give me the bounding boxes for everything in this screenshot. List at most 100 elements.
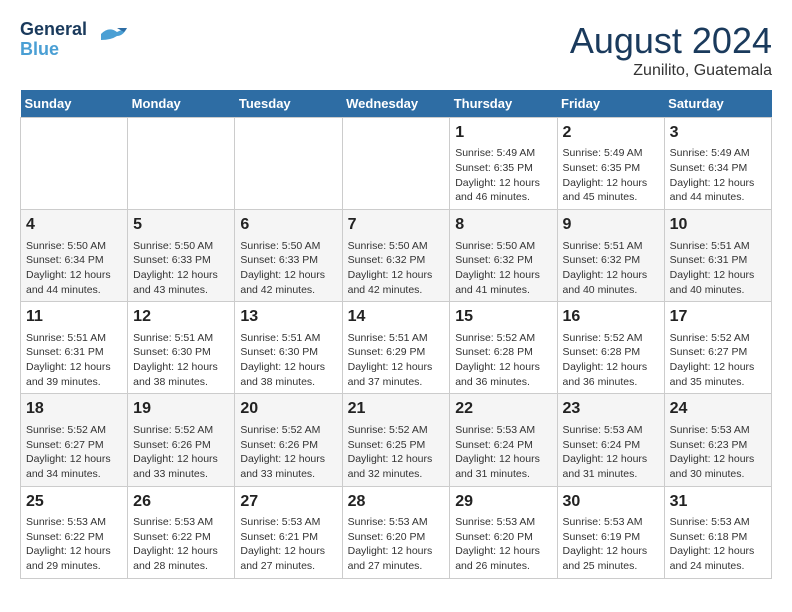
calendar-cell: 22 Sunrise: 5:53 AM Sunset: 6:24 PM Dayli…: [450, 394, 557, 486]
calendar-week-4: 18 Sunrise: 5:52 AM Sunset: 6:27 PM Dayli…: [21, 394, 772, 486]
logo-blue-text: Blue: [20, 40, 87, 60]
day-number: 30: [563, 491, 659, 513]
day-number: 23: [563, 398, 659, 420]
calendar-week-1: 1Sunrise: 5:49 AM Sunset: 6:35 PM Daylig…: [21, 118, 772, 210]
calendar-cell: 17Sunrise: 5:52 AM Sunset: 6:27 PM Dayli…: [664, 302, 771, 394]
day-number: 25: [26, 491, 122, 513]
calendar-cell: 15 Sunrise: 5:52 AM Sunset: 6:28 PM Dayli…: [450, 302, 557, 394]
day-info: Sunrise: 5:53 AM Sunset: 6:20 PM Dayligh…: [348, 515, 445, 574]
day-info: Sunrise: 5:52 AM Sunset: 6:27 PM Dayligh…: [26, 423, 122, 482]
calendar-cell: 1Sunrise: 5:49 AM Sunset: 6:35 PM Daylig…: [450, 118, 557, 210]
day-number: 2: [563, 122, 659, 144]
day-number: 22: [455, 398, 551, 420]
logo-bird-icon: [91, 22, 127, 58]
day-number: 7: [348, 214, 445, 236]
day-info: Sunrise: 5:51 AM Sunset: 6:31 PM Dayligh…: [26, 331, 122, 390]
calendar-table: SundayMondayTuesdayWednesdayThursdayFrid…: [20, 90, 772, 579]
day-info: Sunrise: 5:52 AM Sunset: 6:26 PM Dayligh…: [240, 423, 336, 482]
day-info: Sunrise: 5:51 AM Sunset: 6:30 PM Dayligh…: [133, 331, 229, 390]
weekday-header-monday: Monday: [128, 90, 235, 118]
day-info: Sunrise: 5:50 AM Sunset: 6:32 PM Dayligh…: [455, 239, 551, 298]
day-number: 20: [240, 398, 336, 420]
logo: General Blue: [20, 20, 127, 60]
day-number: 10: [670, 214, 766, 236]
calendar-cell: 19Sunrise: 5:52 AM Sunset: 6:26 PM Dayli…: [128, 394, 235, 486]
logo-general-text: General: [20, 20, 87, 40]
day-number: 3: [670, 122, 766, 144]
day-number: 21: [348, 398, 445, 420]
calendar-week-5: 25Sunrise: 5:53 AM Sunset: 6:22 PM Dayli…: [21, 486, 772, 578]
calendar-cell: 23Sunrise: 5:53 AM Sunset: 6:24 PM Dayli…: [557, 394, 664, 486]
day-number: 14: [348, 306, 445, 328]
day-info: Sunrise: 5:50 AM Sunset: 6:34 PM Dayligh…: [26, 239, 122, 298]
logo-wordmark: General Blue: [20, 20, 127, 60]
weekday-header-saturday: Saturday: [664, 90, 771, 118]
day-number: 18: [26, 398, 122, 420]
day-number: 11: [26, 306, 122, 328]
weekday-header-thursday: Thursday: [450, 90, 557, 118]
calendar-cell: 2Sunrise: 5:49 AM Sunset: 6:35 PM Daylig…: [557, 118, 664, 210]
day-number: 5: [133, 214, 229, 236]
day-number: 29: [455, 491, 551, 513]
day-number: 31: [670, 491, 766, 513]
day-number: 16: [563, 306, 659, 328]
day-number: 13: [240, 306, 336, 328]
calendar-cell: 13Sunrise: 5:51 AM Sunset: 6:30 PM Dayli…: [235, 302, 342, 394]
calendar-cell: 30Sunrise: 5:53 AM Sunset: 6:19 PM Dayli…: [557, 486, 664, 578]
day-info: Sunrise: 5:49 AM Sunset: 6:35 PM Dayligh…: [455, 146, 551, 205]
day-number: 15: [455, 306, 551, 328]
day-number: 12: [133, 306, 229, 328]
calendar-cell: [128, 118, 235, 210]
calendar-week-2: 4 Sunrise: 5:50 AM Sunset: 6:34 PM Daylig…: [21, 210, 772, 302]
day-info: Sunrise: 5:53 AM Sunset: 6:22 PM Dayligh…: [26, 515, 122, 574]
calendar-cell: [342, 118, 450, 210]
weekday-header-tuesday: Tuesday: [235, 90, 342, 118]
calendar-cell: 20 Sunrise: 5:52 AM Sunset: 6:26 PM Dayli…: [235, 394, 342, 486]
calendar-cell: 14 Sunrise: 5:51 AM Sunset: 6:29 PM Dayli…: [342, 302, 450, 394]
day-info: Sunrise: 5:50 AM Sunset: 6:33 PM Dayligh…: [133, 239, 229, 298]
day-info: Sunrise: 5:53 AM Sunset: 6:21 PM Dayligh…: [240, 515, 336, 574]
day-info: Sunrise: 5:51 AM Sunset: 6:31 PM Dayligh…: [670, 239, 766, 298]
calendar-cell: 31Sunrise: 5:53 AM Sunset: 6:18 PM Dayli…: [664, 486, 771, 578]
day-info: Sunrise: 5:53 AM Sunset: 6:20 PM Dayligh…: [455, 515, 551, 574]
day-info: Sunrise: 5:49 AM Sunset: 6:34 PM Dayligh…: [670, 146, 766, 205]
day-number: 4: [26, 214, 122, 236]
day-number: 27: [240, 491, 336, 513]
calendar-cell: 29Sunrise: 5:53 AM Sunset: 6:20 PM Dayli…: [450, 486, 557, 578]
day-number: 26: [133, 491, 229, 513]
day-number: 17: [670, 306, 766, 328]
day-info: Sunrise: 5:53 AM Sunset: 6:18 PM Dayligh…: [670, 515, 766, 574]
day-number: 1: [455, 122, 551, 144]
day-info: Sunrise: 5:52 AM Sunset: 6:25 PM Dayligh…: [348, 423, 445, 482]
calendar-cell: 28Sunrise: 5:53 AM Sunset: 6:20 PM Dayli…: [342, 486, 450, 578]
calendar-cell: [21, 118, 128, 210]
day-number: 19: [133, 398, 229, 420]
calendar-cell: 6Sunrise: 5:50 AM Sunset: 6:33 PM Daylig…: [235, 210, 342, 302]
day-info: Sunrise: 5:52 AM Sunset: 6:28 PM Dayligh…: [455, 331, 551, 390]
day-info: Sunrise: 5:53 AM Sunset: 6:23 PM Dayligh…: [670, 423, 766, 482]
day-number: 8: [455, 214, 551, 236]
day-info: Sunrise: 5:52 AM Sunset: 6:28 PM Dayligh…: [563, 331, 659, 390]
calendar-cell: 26Sunrise: 5:53 AM Sunset: 6:22 PM Dayli…: [128, 486, 235, 578]
calendar-cell: 25Sunrise: 5:53 AM Sunset: 6:22 PM Dayli…: [21, 486, 128, 578]
day-info: Sunrise: 5:50 AM Sunset: 6:33 PM Dayligh…: [240, 239, 336, 298]
calendar-cell: 4 Sunrise: 5:50 AM Sunset: 6:34 PM Daylig…: [21, 210, 128, 302]
calendar-cell: 10 Sunrise: 5:51 AM Sunset: 6:31 PM Dayli…: [664, 210, 771, 302]
weekday-header-sunday: Sunday: [21, 90, 128, 118]
day-info: Sunrise: 5:53 AM Sunset: 6:24 PM Dayligh…: [455, 423, 551, 482]
day-info: Sunrise: 5:49 AM Sunset: 6:35 PM Dayligh…: [563, 146, 659, 205]
calendar-cell: 12 Sunrise: 5:51 AM Sunset: 6:30 PM Dayli…: [128, 302, 235, 394]
calendar-cell: 11 Sunrise: 5:51 AM Sunset: 6:31 PM Dayli…: [21, 302, 128, 394]
calendar-cell: 3Sunrise: 5:49 AM Sunset: 6:34 PM Daylig…: [664, 118, 771, 210]
calendar-cell: 7 Sunrise: 5:50 AM Sunset: 6:32 PM Daylig…: [342, 210, 450, 302]
day-info: Sunrise: 5:50 AM Sunset: 6:32 PM Dayligh…: [348, 239, 445, 298]
calendar-cell: 5 Sunrise: 5:50 AM Sunset: 6:33 PM Daylig…: [128, 210, 235, 302]
day-number: 24: [670, 398, 766, 420]
page-header: General Blue August 2024 Zunilito, Guate…: [20, 20, 772, 80]
day-info: Sunrise: 5:53 AM Sunset: 6:22 PM Dayligh…: [133, 515, 229, 574]
title-block: August 2024 Zunilito, Guatemala: [570, 20, 772, 80]
day-info: Sunrise: 5:51 AM Sunset: 6:32 PM Dayligh…: [563, 239, 659, 298]
calendar-week-3: 11 Sunrise: 5:51 AM Sunset: 6:31 PM Dayli…: [21, 302, 772, 394]
calendar-cell: 9Sunrise: 5:51 AM Sunset: 6:32 PM Daylig…: [557, 210, 664, 302]
day-info: Sunrise: 5:51 AM Sunset: 6:29 PM Dayligh…: [348, 331, 445, 390]
